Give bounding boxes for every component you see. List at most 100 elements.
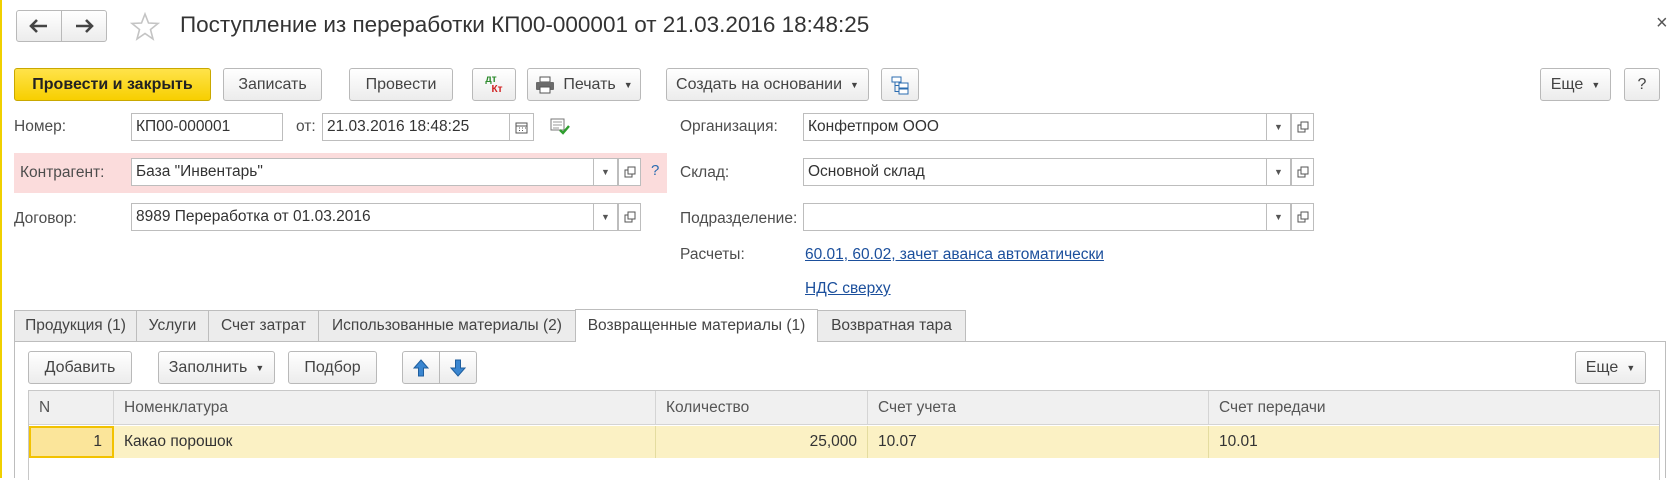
- organization-value: Конфетпром ООО: [808, 118, 939, 135]
- settlements-link[interactable]: 60.01, 60.02, зачет аванса автоматически: [805, 246, 1104, 264]
- chevron-down-icon[interactable]: ▼: [593, 159, 617, 185]
- counterparty-hint-icon[interactable]: ?: [651, 162, 659, 179]
- number-field[interactable]: КП00-000001: [131, 113, 283, 141]
- chevron-down-icon[interactable]: ▼: [1266, 159, 1290, 185]
- select-button[interactable]: Подбор: [288, 351, 377, 384]
- open-window-icon: [1297, 211, 1308, 223]
- chevron-down-icon: ▼: [623, 79, 633, 90]
- warehouse-label: Склад:: [680, 164, 730, 181]
- arrow-left-icon: [29, 19, 47, 33]
- number-label: Номер:: [14, 118, 67, 135]
- organization-field[interactable]: Конфетпром ООО ▼: [803, 113, 1291, 141]
- contract-label: Договор:: [14, 210, 77, 227]
- forward-button[interactable]: [61, 10, 107, 42]
- back-button[interactable]: [16, 10, 62, 42]
- materials-table: N Номенклатура Количество Счет учета Сче…: [28, 390, 1660, 480]
- contract-field[interactable]: 8989 Переработка от 01.03.2016 ▼: [131, 203, 618, 231]
- counterparty-field[interactable]: База "Инвентарь" ▼: [131, 158, 618, 186]
- window-accent: [0, 0, 2, 478]
- add-button[interactable]: Добавить: [28, 351, 132, 384]
- tab-cost-account[interactable]: Счет затрат: [208, 310, 319, 341]
- chevron-down-icon[interactable]: ▼: [1266, 114, 1290, 140]
- table-row[interactable]: 1 Какао порошок 25,000 10.07 10.01: [29, 426, 1659, 458]
- page-title: Поступление из переработки КП00-000001 о…: [180, 12, 870, 37]
- favorite-star[interactable]: [129, 11, 161, 46]
- chevron-down-icon: ▼: [1626, 362, 1636, 373]
- create-based-on-button[interactable]: Создать на основании ▼: [666, 68, 869, 101]
- kt-label: Кт: [491, 83, 503, 95]
- cell-account[interactable]: 10.07: [868, 426, 1209, 458]
- chevron-down-icon[interactable]: ▼: [1266, 204, 1290, 230]
- tab-returned-materials[interactable]: Возвращенные материалы (1): [575, 309, 818, 342]
- open-window-icon: [624, 166, 635, 178]
- counterparty-label: Контрагент:: [20, 164, 105, 181]
- chevron-down-icon: ▼: [255, 362, 265, 373]
- counterparty-value: База "Инвентарь": [136, 163, 263, 180]
- column-header-account[interactable]: Счет учета: [868, 391, 1209, 425]
- date-value: 21.03.2016 18:48:25: [327, 118, 470, 135]
- table-more-button[interactable]: Еще ▼: [1575, 351, 1646, 384]
- tab-panel: Добавить Заполнить ▼ Подбор Еще ▼ N Номе…: [14, 341, 1666, 480]
- counterparty-open-button[interactable]: [618, 158, 641, 186]
- open-window-icon: [1297, 166, 1308, 178]
- arrow-right-icon: [76, 19, 94, 33]
- division-field[interactable]: ▼: [803, 203, 1291, 231]
- vat-link[interactable]: НДС сверху: [805, 280, 891, 298]
- fill-button[interactable]: Заполнить ▼: [158, 351, 275, 384]
- warehouse-open-button[interactable]: [1291, 158, 1314, 186]
- table-header: N Номенклатура Количество Счет учета Сче…: [29, 391, 1659, 425]
- warehouse-value: Основной склад: [808, 163, 925, 180]
- arrow-down-icon: [450, 359, 466, 377]
- save-button[interactable]: Записать: [223, 68, 322, 101]
- open-window-icon: [1297, 121, 1308, 133]
- tab-returnable-packaging[interactable]: Возвратная тара: [817, 310, 966, 341]
- dt-kt-button[interactable]: дт Кт: [472, 68, 516, 101]
- fill-label: Заполнить: [168, 358, 248, 376]
- chevron-down-icon[interactable]: ▼: [593, 204, 617, 230]
- hierarchy-icon: [891, 76, 909, 94]
- tab-used-materials[interactable]: Использованные материалы (2): [318, 310, 576, 341]
- more-label: Еще: [1550, 75, 1584, 93]
- column-header-transfer-account[interactable]: Счет передачи: [1209, 391, 1659, 425]
- contract-open-button[interactable]: [618, 203, 641, 231]
- column-header-item[interactable]: Номенклатура: [114, 391, 656, 425]
- organization-open-button[interactable]: [1291, 113, 1314, 141]
- document-status-icon: [550, 118, 570, 140]
- cell-transfer-account[interactable]: 10.01: [1209, 426, 1659, 458]
- arrow-up-icon: [413, 358, 429, 376]
- number-value: КП00-000001: [136, 118, 231, 135]
- settlements-label: Расчеты:: [680, 246, 745, 263]
- column-header-n[interactable]: N: [29, 391, 114, 425]
- column-header-quantity[interactable]: Количество: [656, 391, 868, 425]
- structure-button[interactable]: [881, 68, 919, 101]
- create-based-on-label: Создать на основании: [676, 75, 843, 93]
- star-icon: [129, 11, 161, 41]
- move-down-button[interactable]: [439, 351, 477, 384]
- print-button[interactable]: Печать ▼: [527, 68, 641, 101]
- date-from-label: от:: [296, 118, 316, 135]
- more-button[interactable]: Еще ▼: [1540, 68, 1611, 101]
- chevron-down-icon: ▼: [850, 79, 859, 90]
- print-label: Печать: [563, 75, 616, 93]
- calendar-icon[interactable]: [509, 114, 533, 140]
- tab-products[interactable]: Продукция (1): [14, 310, 137, 341]
- division-open-button[interactable]: [1291, 203, 1314, 231]
- post-and-close-button[interactable]: Провести и закрыть: [14, 68, 211, 101]
- chevron-down-icon: ▼: [1591, 79, 1601, 90]
- dt-label: дт: [485, 73, 497, 85]
- open-window-icon: [624, 211, 635, 223]
- cell-n[interactable]: 1: [29, 426, 114, 458]
- tab-services[interactable]: Услуги: [136, 310, 209, 341]
- help-button[interactable]: ?: [1624, 68, 1660, 101]
- table-more-label: Еще: [1585, 358, 1619, 376]
- contract-value: 8989 Переработка от 01.03.2016: [136, 208, 371, 225]
- date-field[interactable]: 21.03.2016 18:48:25: [322, 113, 534, 141]
- post-button[interactable]: Провести: [349, 68, 453, 101]
- organization-label: Организация:: [680, 118, 778, 135]
- move-up-button[interactable]: [402, 351, 440, 384]
- cell-quantity[interactable]: 25,000: [656, 426, 868, 458]
- warehouse-field[interactable]: Основной склад ▼: [803, 158, 1291, 186]
- close-icon[interactable]: ×: [1656, 12, 1668, 35]
- cell-item[interactable]: Какао порошок: [114, 426, 656, 458]
- printer-icon: [536, 76, 555, 93]
